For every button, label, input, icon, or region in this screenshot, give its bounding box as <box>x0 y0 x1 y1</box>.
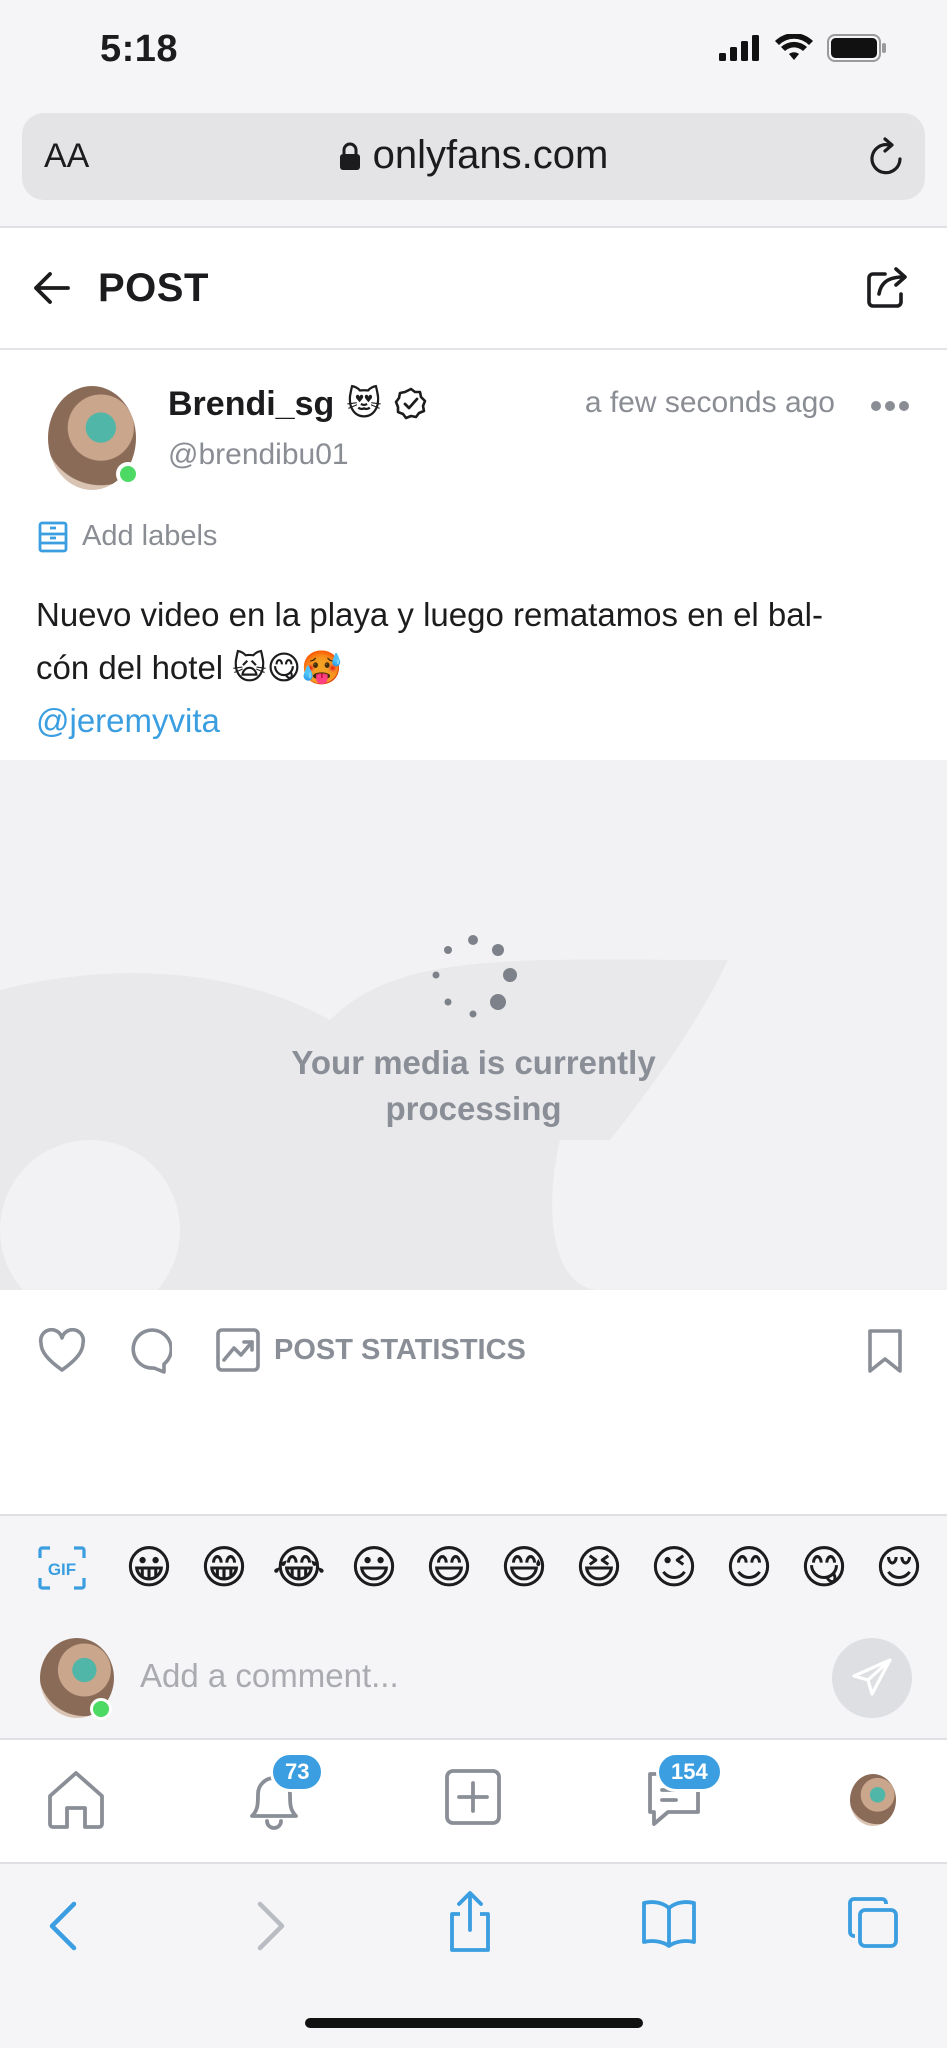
loading-spinner-icon <box>432 935 517 1018</box>
back-arrow-icon[interactable] <box>32 268 72 308</box>
messages-badge: 154 <box>656 1752 723 1792</box>
verified-badge-icon <box>394 387 427 420</box>
emoji-option[interactable]: 😊 <box>722 1540 776 1594</box>
page-title: POST <box>98 266 209 310</box>
share-icon[interactable] <box>865 264 911 310</box>
browser-share-icon[interactable] <box>446 1890 494 1954</box>
emoji-option[interactable]: 😋 <box>797 1540 851 1594</box>
more-options-icon[interactable] <box>871 400 909 412</box>
browser-forward-icon <box>257 1901 285 1951</box>
comment-input[interactable] <box>140 1648 800 1704</box>
emoji-option[interactable]: 😌 <box>872 1540 926 1594</box>
statistics-chart-icon <box>216 1328 260 1372</box>
app-bottom-nav: 73 154 <box>0 1740 947 1864</box>
gif-button-icon[interactable]: GIF <box>38 1546 86 1590</box>
reload-icon[interactable] <box>867 135 907 177</box>
status-time: 5:18 <box>100 28 179 70</box>
post-timestamp: a few seconds ago <box>584 386 835 419</box>
profile-avatar[interactable] <box>850 1774 896 1826</box>
add-post-icon[interactable] <box>444 1768 502 1826</box>
url-text: onlyfans.com <box>372 133 609 177</box>
emoji-option[interactable]: 😆 <box>572 1540 626 1594</box>
label-icon <box>38 521 68 552</box>
post-statistics-label: POST STATISTICS <box>274 1333 526 1366</box>
emoji-option[interactable]: 😀 <box>122 1540 176 1594</box>
commenter-online-indicator <box>90 1698 112 1720</box>
tabs-icon[interactable] <box>846 1896 900 1950</box>
bookmark-icon[interactable] <box>867 1328 903 1374</box>
status-bar: 5:18 <box>0 0 947 108</box>
home-icon[interactable] <box>44 1768 108 1830</box>
post-text: Nuevo video en la playa y luego rematamo… <box>36 588 916 747</box>
author-name-text: Brendi_sg <box>168 384 335 423</box>
emoji-option[interactable]: 😂 <box>272 1540 326 1594</box>
battery-icon <box>827 34 886 62</box>
author-emoji: 😻 <box>346 385 382 423</box>
post-text-line-1: Nuevo video en la playa y luego rematamo… <box>36 596 823 633</box>
nav-messages[interactable]: 154 <box>642 1752 723 1830</box>
post-header: POST <box>0 228 947 350</box>
nav-notifications[interactable]: 73 <box>242 1752 325 1830</box>
browser-back-icon[interactable] <box>46 1900 80 1952</box>
media-status-line-1: Your media is currently <box>291 1044 656 1081</box>
emoji-option[interactable]: 😁 <box>197 1540 251 1594</box>
post-statistics-button[interactable]: POST STATISTICS <box>216 1328 526 1372</box>
comment-bubble-icon[interactable] <box>128 1328 172 1376</box>
post-actions: POST STATISTICS <box>0 1290 947 1410</box>
emoji-option[interactable]: 😅 <box>497 1540 551 1594</box>
address-bar[interactable]: AA onlyfans.com <box>22 113 925 200</box>
svg-text:GIF: GIF <box>48 1560 76 1579</box>
lock-icon <box>339 142 360 170</box>
send-paper-plane-icon <box>852 1658 892 1696</box>
send-comment-button[interactable] <box>832 1638 912 1718</box>
page-content: POST Brendi_sg 😻 @brendibu01 a few secon… <box>0 226 947 1738</box>
mention-link[interactable]: @jeremyvita <box>36 694 916 747</box>
post-text-line-2: cón del hotel 🙀😋🥵 <box>36 649 343 686</box>
media-status-line-2: processing <box>385 1090 562 1127</box>
emoji-option[interactable]: 😃 <box>347 1540 401 1594</box>
online-indicator <box>116 462 140 486</box>
emoji-list: 😀 😁 😂 😃 😄 😅 😆 😉 😊 😋 😌 <box>122 1540 926 1594</box>
status-icons <box>719 34 887 62</box>
bookmarks-book-icon[interactable] <box>640 1898 698 1948</box>
emoji-option[interactable]: 😉 <box>647 1540 701 1594</box>
notifications-badge: 73 <box>270 1752 325 1792</box>
author-name[interactable]: Brendi_sg 😻 <box>168 384 428 424</box>
add-labels-text: Add labels <box>82 520 218 552</box>
url-display[interactable]: onlyfans.com <box>22 133 925 178</box>
cellular-signal-icon <box>719 35 759 61</box>
add-labels-button[interactable]: Add labels <box>38 520 217 553</box>
like-heart-icon[interactable] <box>38 1328 86 1374</box>
comment-composer <box>0 1618 947 1740</box>
emoji-bar: GIF 😀 😁 😂 😃 😄 😅 😆 😉 😊 😋 😌 <box>0 1514 947 1618</box>
media-placeholder: Your media is currently processing <box>0 760 947 1290</box>
watermark-logo <box>0 959 728 1290</box>
emoji-option[interactable]: 😄 <box>422 1540 476 1594</box>
media-processing-message: Your media is currently processing <box>0 1040 947 1132</box>
wifi-icon <box>775 34 813 60</box>
home-indicator <box>305 2018 643 2028</box>
author-handle[interactable]: @brendibu01 <box>168 438 349 472</box>
